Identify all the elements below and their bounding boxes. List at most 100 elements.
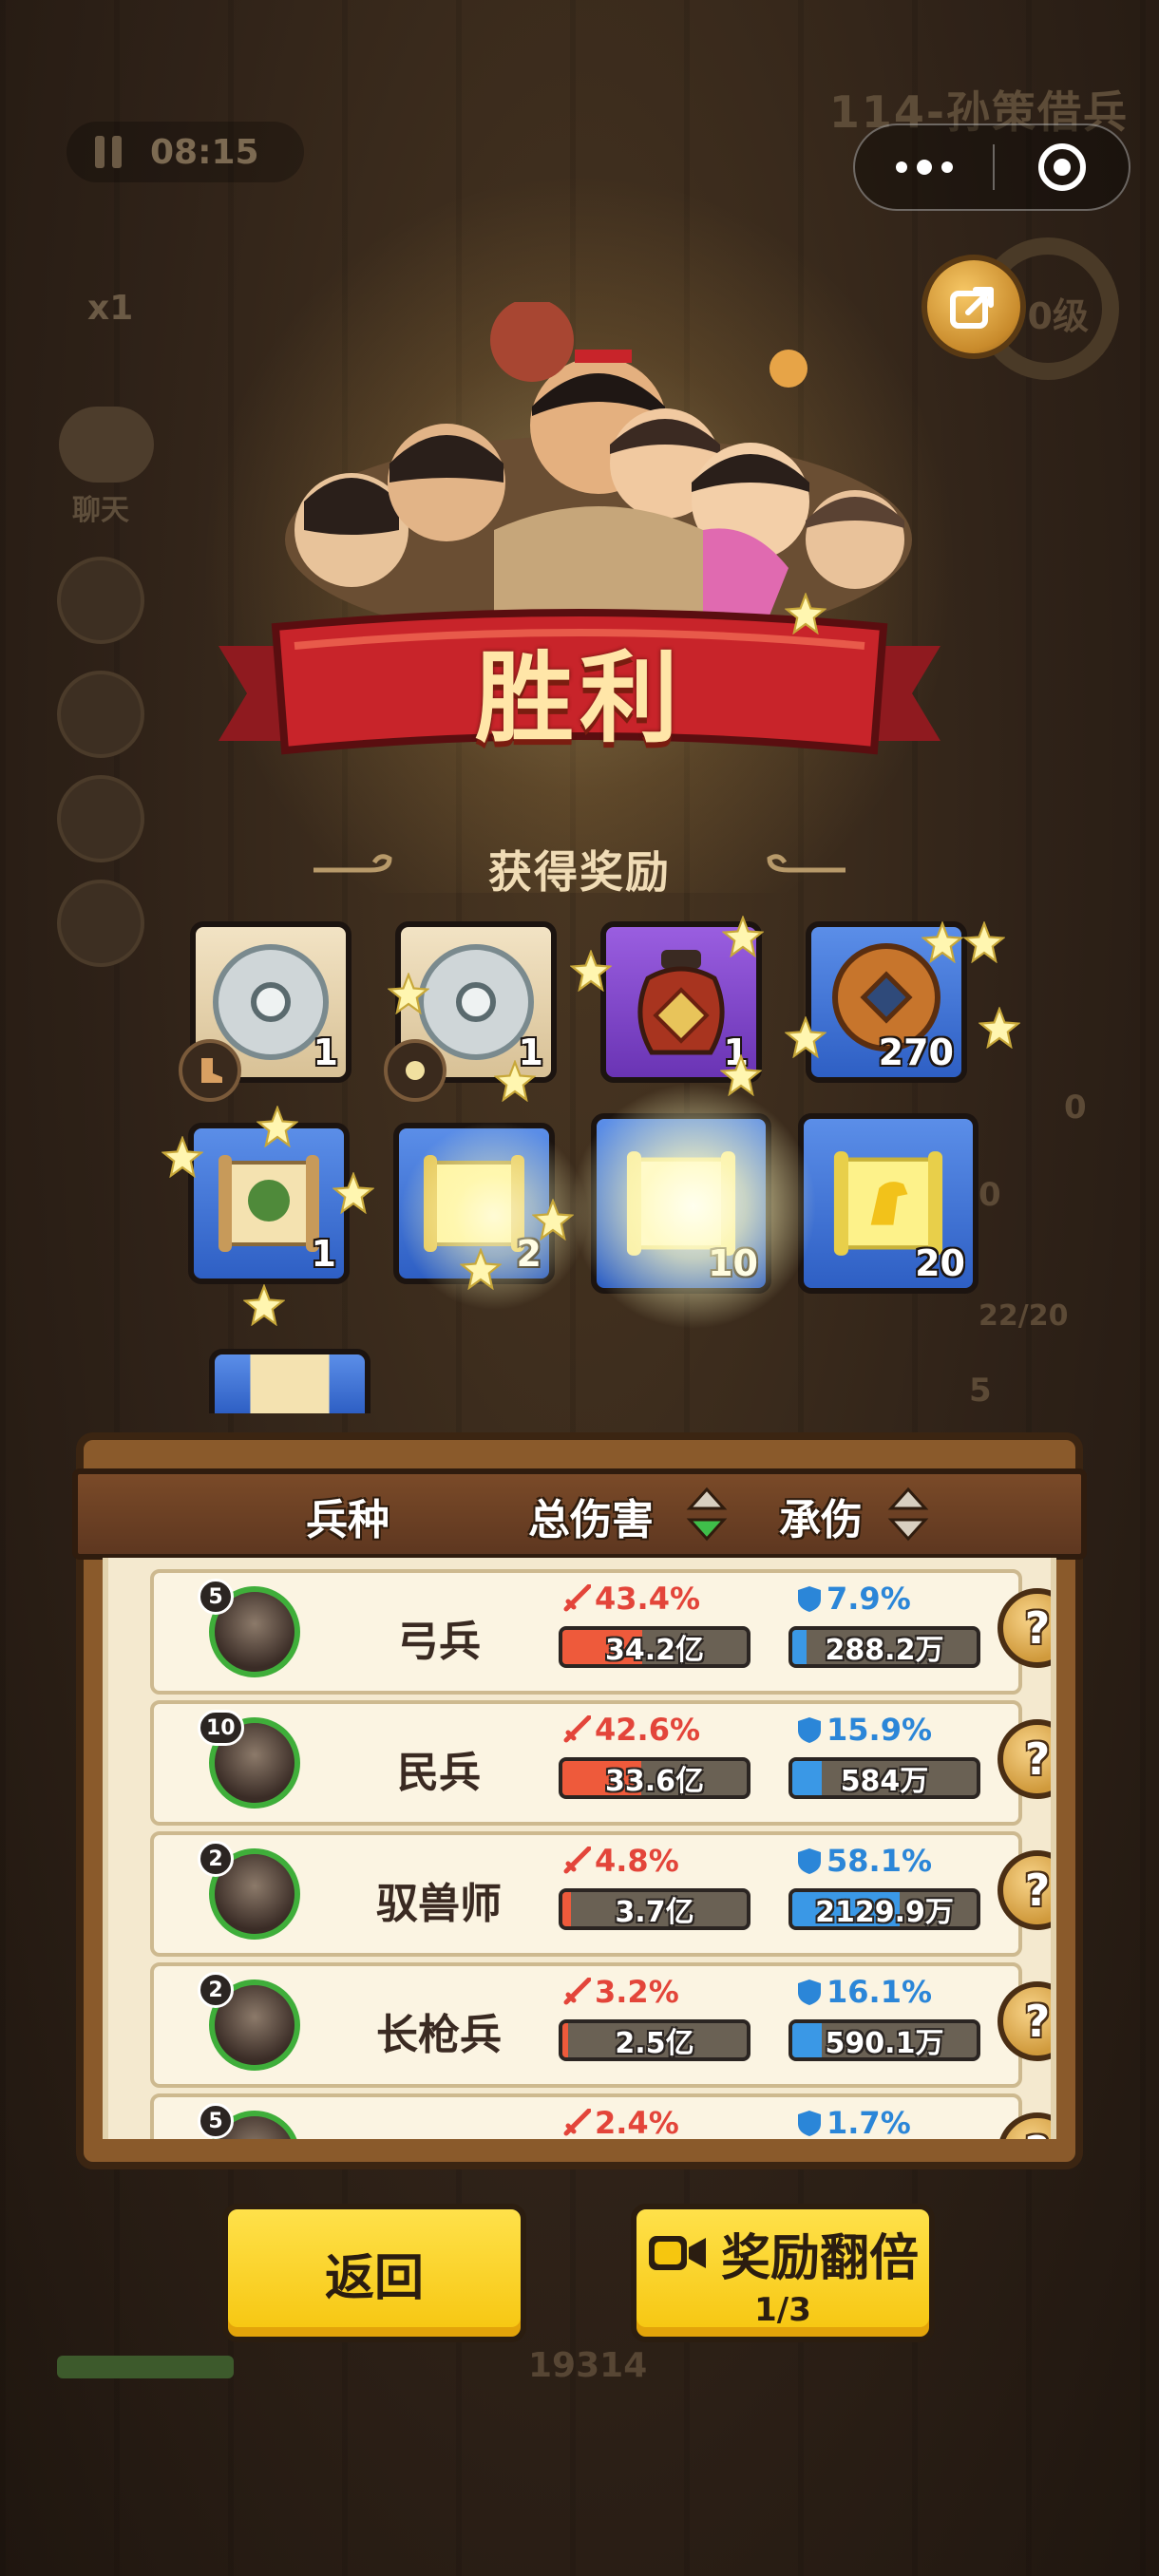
header-damage-taken[interactable]: 承伤 — [779, 1486, 863, 1546]
damage-bar: 2.5亿 — [559, 2019, 750, 2061]
target-close-icon — [1037, 143, 1086, 191]
unit-name: 长枪兵 — [376, 2011, 502, 2059]
taken-percent: 58.1% — [796, 1843, 932, 1879]
star-sparkle-icon — [785, 1016, 826, 1058]
taken-percent: 15.9% — [796, 1712, 932, 1748]
star-sparkle-icon — [722, 916, 764, 957]
sort-damage-icon[interactable] — [686, 1486, 728, 1543]
shine-effect — [570, 1083, 817, 1330]
damage-value: 33.6亿 — [604, 1765, 705, 1798]
taken-percent: 7.9% — [796, 1581, 911, 1617]
unit-help-button[interactable]: ? — [998, 1719, 1051, 1799]
shield-icon — [798, 1979, 821, 2005]
damage-percent: 42.6% — [562, 1712, 700, 1748]
star-sparkle-icon — [460, 1248, 502, 1290]
unit-name: 驭兽师 — [376, 1880, 502, 1928]
shield-icon — [798, 1848, 821, 1874]
level-ring-label: 0级 — [1027, 295, 1089, 337]
star-sparkle-icon — [785, 593, 826, 635]
video-camera-icon — [648, 2236, 706, 2270]
damage-value: 34.2亿 — [604, 1634, 705, 1667]
taken-value: 584万 — [840, 1765, 929, 1798]
taken-value: 590.1万 — [825, 2027, 944, 2060]
stats-row: 5 弓兵 43.4% 34.2亿 7.9% 288.2万 ? — [150, 1569, 1051, 1695]
taken-percent: 1.7% — [796, 2105, 911, 2139]
stats-row: 5 2.4% 1.7% ? — [150, 2093, 1051, 2139]
header-total-damage[interactable]: 总伤害 — [528, 1486, 654, 1546]
unit-help-button[interactable]: ? — [998, 1850, 1051, 1930]
star-sparkle-icon — [720, 1054, 762, 1096]
sword-icon — [563, 2109, 591, 2136]
sword-icon — [563, 1847, 591, 1874]
unit-name: 弓兵 — [397, 1618, 481, 1666]
unit-level-badge: 2 — [198, 1972, 234, 2008]
battle-timer: 08:15 — [150, 132, 259, 172]
chat-label: 聊天 — [72, 494, 129, 527]
close-mini-program-button[interactable] — [995, 125, 1129, 209]
star-sparkle-icon — [978, 1007, 1020, 1049]
scroll-icon — [224, 1354, 355, 1413]
reward-item[interactable]: 20 — [798, 1113, 978, 1294]
celebrating-heroes-illustration — [285, 302, 912, 644]
stats-row: 2 长枪兵 3.2% 2.5亿 16.1% 590.1万 ? — [150, 1962, 1051, 2088]
stats-list[interactable]: 5 弓兵 43.4% 34.2亿 7.9% 288.2万 ? 10 民兵 42.… — [103, 1558, 1056, 2139]
unit-level-badge: 5 — [198, 2103, 234, 2139]
side-counter: 0 — [978, 1176, 1001, 1214]
taken-value: 288.2万 — [825, 1634, 944, 1667]
sword-icon — [563, 1978, 591, 2005]
unit-name: 民兵 — [397, 1749, 481, 1797]
score-text: 19314 — [528, 2346, 648, 2385]
back-button[interactable]: 返回 — [222, 2204, 526, 2342]
star-sparkle-icon — [922, 921, 963, 963]
rewards-heading: 获得奖励 — [488, 846, 671, 898]
side-counter: 0 — [1064, 1089, 1087, 1127]
damage-percent: 43.4% — [562, 1581, 700, 1617]
double-reward-button[interactable]: 奖励翻倍 1/3 — [631, 2204, 935, 2342]
star-sparkle-icon — [532, 1199, 574, 1241]
double-reward-label: 奖励翻倍 — [720, 2229, 919, 2287]
taken-bar: 584万 — [788, 1757, 980, 1799]
reward-item-partial[interactable] — [209, 1349, 370, 1413]
taken-bar: 590.1万 — [788, 2019, 980, 2061]
star-sparkle-icon — [332, 1172, 374, 1214]
reward-item[interactable]: 1 — [179, 921, 352, 1102]
header-unit-type: 兵种 — [306, 1496, 390, 1544]
boot-badge-icon — [179, 1039, 241, 1102]
sword-icon — [563, 1584, 591, 1612]
star-sparkle-icon — [388, 973, 429, 1014]
background-progress-bar — [57, 2356, 234, 2378]
unit-help-button[interactable]: ? — [998, 1588, 1051, 1668]
taken-bar: 288.2万 — [788, 1626, 980, 1668]
damage-value: 2.5亿 — [615, 2027, 694, 2060]
damage-value: 3.7亿 — [615, 1896, 694, 1929]
sort-taken-icon[interactable] — [887, 1486, 929, 1543]
reward-count: 270 — [878, 1032, 954, 1073]
star-sparkle-icon — [162, 1136, 203, 1178]
damage-bar: 33.6亿 — [559, 1757, 750, 1799]
cloud-ornament-right-icon — [767, 854, 846, 873]
sword-icon — [563, 1715, 591, 1743]
reward-count: 1 — [313, 1032, 338, 1073]
side-counter: 5 — [969, 1372, 992, 1410]
double-reward-count: 1/3 — [754, 2290, 811, 2329]
unit-level-badge: 2 — [198, 1841, 234, 1877]
shield-icon — [798, 1586, 821, 1612]
reward-count: 1 — [311, 1233, 336, 1275]
damage-percent: 3.2% — [562, 1974, 679, 2010]
unit-help-button[interactable]: ? — [998, 1981, 1051, 2061]
damage-bar: 34.2亿 — [559, 1626, 750, 1668]
pause-icon — [89, 133, 127, 171]
stats-row: 10 民兵 42.6% 33.6亿 15.9% 584万 ? — [150, 1700, 1051, 1826]
damage-bar: 3.7亿 — [559, 1888, 750, 1930]
stats-row: 2 驭兽师 4.8% 3.7亿 58.1% 2129.9万 ? — [150, 1831, 1051, 1957]
unit-level-badge: 10 — [198, 1710, 244, 1746]
star-sparkle-icon — [243, 1284, 285, 1326]
star-sparkle-icon — [494, 1060, 536, 1102]
shield-icon — [798, 1717, 821, 1743]
reward-count: 20 — [915, 1242, 965, 1284]
taken-value: 2129.9万 — [815, 1896, 954, 1929]
flower-badge-icon — [384, 1039, 446, 1102]
back-button-label: 返回 — [324, 2249, 424, 2307]
unit-help-button[interactable]: ? — [998, 2112, 1051, 2139]
damage-percent: 4.8% — [562, 1843, 679, 1879]
